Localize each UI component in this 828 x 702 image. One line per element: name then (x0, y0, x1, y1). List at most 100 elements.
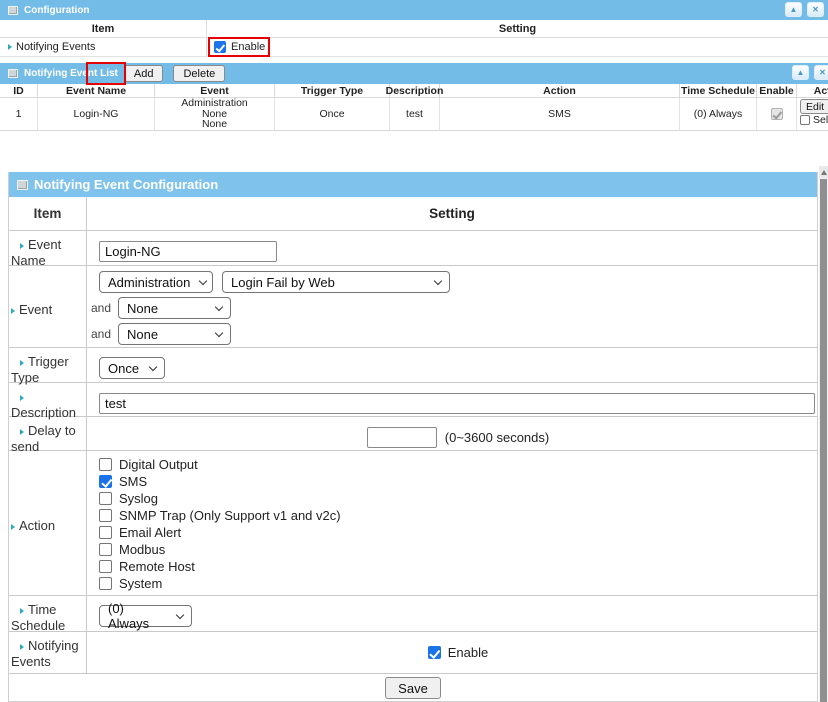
event-label: Event (9, 266, 87, 350)
col-description: Description (390, 84, 440, 98)
cell-event: Administration None None (155, 98, 275, 131)
panel-title: Configuration (24, 5, 90, 16)
col-trigger-type: Trigger Type (275, 84, 390, 98)
bullet-arrow-icon (20, 395, 24, 401)
col-action: Action (440, 84, 680, 98)
action-digital-output-checkbox[interactable] (99, 458, 112, 471)
action-modbus-checkbox[interactable] (99, 543, 112, 556)
configuration-panel: Configuration ▲ ✕ Item Setting Notifying… (0, 0, 828, 58)
trigger-type-label: Trigger Type (9, 348, 87, 388)
add-button[interactable]: Add (124, 65, 164, 82)
col-enable: Enable (757, 84, 797, 98)
col-time-schedule: Time Schedule (680, 84, 757, 98)
edit-button[interactable]: Edit (800, 99, 828, 114)
action-remote-host-checkbox[interactable] (99, 560, 112, 573)
panel-icon (8, 6, 18, 15)
delay-hint: (0~3600 seconds) (445, 430, 549, 445)
time-schedule-select[interactable]: (0) Always (99, 605, 192, 627)
bullet-arrow-icon (11, 308, 15, 314)
table-row: Notifying Events Enable (0, 38, 828, 57)
row-enable-checkbox (771, 108, 783, 120)
bullet-arrow-icon (8, 44, 12, 50)
event-list-panel: Notifying Event List Add Delete ▲ ✕ ID E… (0, 63, 828, 132)
delay-input[interactable] (367, 427, 437, 448)
event-category-select[interactable]: Administration (99, 271, 213, 293)
and-label: and (91, 327, 113, 341)
row-label: Notifying Events (0, 38, 207, 56)
bullet-arrow-icon (20, 644, 24, 650)
event-config-panel: Notifying Event Configuration Item Setti… (8, 172, 818, 702)
cell-actions: Edit Select (797, 98, 828, 131)
chevron-down-icon (149, 362, 157, 370)
chevron-down-icon (215, 302, 223, 310)
column-header-item: Item (9, 197, 87, 230)
enable-label: Enable (231, 41, 265, 53)
event-name-input[interactable] (99, 241, 277, 262)
close-icon: ✕ (819, 68, 826, 77)
cell-event-name: Login-NG (38, 98, 155, 131)
configuration-titlebar: Configuration ▲ ✕ (0, 0, 828, 20)
event-name-label: Event Name (9, 231, 87, 271)
minimize-button[interactable]: ▲ (792, 65, 809, 80)
panel-icon (8, 69, 18, 78)
action-system-checkbox[interactable] (99, 577, 112, 590)
action-email-alert-checkbox[interactable] (99, 526, 112, 539)
row-select-checkbox[interactable] (800, 115, 810, 125)
delete-button[interactable]: Delete (173, 65, 225, 82)
col-event-name: Event Name (38, 84, 155, 98)
close-button[interactable]: ✕ (814, 65, 828, 80)
notifying-events-label: Notifying Events (9, 632, 87, 673)
scrollbar-thumb[interactable] (820, 179, 827, 702)
action-syslog-checkbox[interactable] (99, 492, 112, 505)
select-label: Select (813, 115, 828, 126)
time-schedule-label: Time Schedule (9, 596, 87, 636)
cell-description: test (390, 98, 440, 131)
cell-trigger-type: Once (275, 98, 390, 131)
minimize-icon: ▲ (790, 5, 798, 14)
save-row: Save (9, 674, 817, 702)
event-config-titlebar: Notifying Event Configuration (9, 172, 817, 197)
panel-title: Notifying Event List (24, 68, 118, 79)
scroll-up-button[interactable] (819, 166, 828, 178)
panel-icon (17, 180, 28, 190)
col-event: Event (155, 84, 275, 98)
trigger-type-select[interactable]: Once (99, 357, 165, 379)
panel-title: Notifying Event Configuration (34, 177, 218, 192)
column-header-setting: Setting (87, 197, 817, 230)
notifying-events-enable-checkbox[interactable] (428, 646, 441, 659)
enable-label: Enable (448, 645, 488, 660)
event-and-select-1[interactable]: None (118, 297, 231, 319)
cell-enable (757, 98, 797, 131)
column-header-setting: Setting (207, 20, 828, 37)
action-snmp-trap-checkbox[interactable] (99, 509, 112, 522)
chevron-down-icon (215, 328, 223, 336)
event-type-select[interactable]: Login Fail by Web (222, 271, 450, 293)
notifying-events-checkbox[interactable] (214, 41, 226, 53)
vertical-scrollbar[interactable] (819, 166, 828, 702)
close-icon: ✕ (812, 5, 819, 14)
save-button[interactable]: Save (385, 677, 441, 699)
and-label: and (91, 301, 113, 315)
minimize-button[interactable]: ▲ (785, 2, 802, 17)
cell-action: SMS (440, 98, 680, 131)
action-label: Action (9, 451, 87, 597)
bullet-arrow-icon (11, 524, 15, 530)
minimize-icon: ▲ (797, 68, 805, 77)
event-list-titlebar: Notifying Event List Add Delete ▲ ✕ (0, 63, 828, 84)
bullet-arrow-icon (20, 608, 24, 614)
event-and-select-2[interactable]: None (118, 323, 231, 345)
scroll-up-arrow-icon (821, 170, 827, 175)
column-header-item: Item (0, 20, 207, 37)
chevron-down-icon (176, 610, 184, 618)
cell-id: 1 (0, 98, 38, 131)
chevron-down-icon (199, 276, 207, 284)
bullet-arrow-icon (20, 360, 24, 366)
col-actions: Actions (797, 84, 828, 98)
chevron-down-icon (434, 276, 442, 284)
bullet-arrow-icon (20, 429, 24, 435)
description-input[interactable] (99, 393, 815, 414)
close-button[interactable]: ✕ (807, 2, 824, 17)
bullet-arrow-icon (20, 243, 24, 249)
cell-time-schedule: (0) Always (680, 98, 757, 131)
action-sms-checkbox[interactable] (99, 475, 112, 488)
